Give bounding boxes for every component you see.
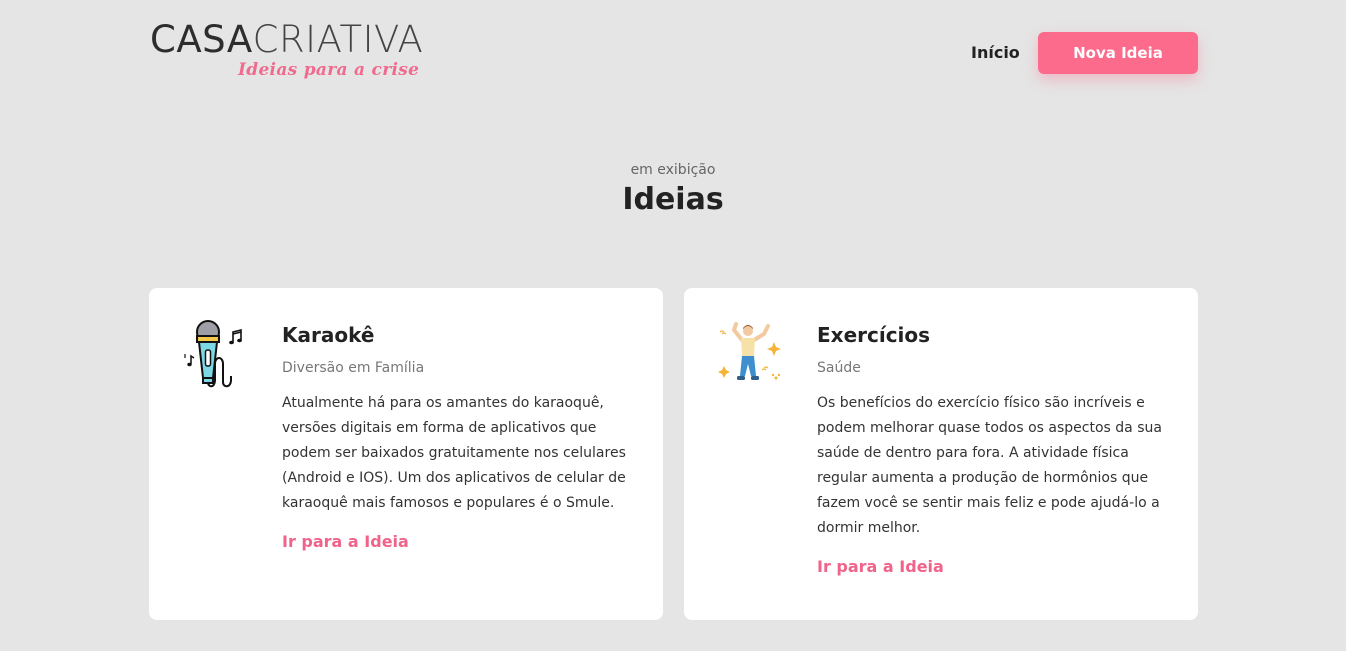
section-subtitle: em exibição <box>630 162 716 178</box>
page: CASACRIATIVA Ideias para a crise Início … <box>0 0 1346 651</box>
logo-part1: CASA <box>150 18 253 61</box>
logo[interactable]: CASACRIATIVA Ideias para a crise <box>150 20 470 86</box>
microphone-icon <box>183 320 249 390</box>
idea-title: Karaokê <box>282 323 375 347</box>
idea-card: Karaokê Diversão em Família Atualmente h… <box>149 288 663 620</box>
idea-card: Exercícios Saúde Os benefícios do exercí… <box>684 288 1198 620</box>
logo-part2: CRIATIVA <box>252 18 424 61</box>
logo-tagline: Ideias para a crise <box>238 60 420 80</box>
logo-wordmark: CASACRIATIVA <box>150 20 470 60</box>
idea-category: Diversão em Família <box>282 360 425 376</box>
idea-card-body: Exercícios Saúde Os benefícios do exercí… <box>817 322 1177 576</box>
go-to-idea-link[interactable]: Ir para a Ideia <box>282 532 409 551</box>
idea-card-body: Karaokê Diversão em Família Atualmente h… <box>282 322 642 551</box>
idea-category: Saúde <box>817 360 861 376</box>
idea-title: Exercícios <box>817 323 931 347</box>
nav-home-link[interactable]: Início <box>971 43 1020 62</box>
go-to-idea-link[interactable]: Ir para a Ideia <box>817 557 944 576</box>
idea-description: Atualmente há para os amantes do karaoqu… <box>282 395 626 511</box>
idea-description: Os benefícios do exercício físico são in… <box>817 395 1162 536</box>
new-idea-button[interactable]: Nova Ideia <box>1038 32 1198 74</box>
dancing-person-icon <box>718 320 784 390</box>
page-title: Ideias <box>622 182 724 217</box>
